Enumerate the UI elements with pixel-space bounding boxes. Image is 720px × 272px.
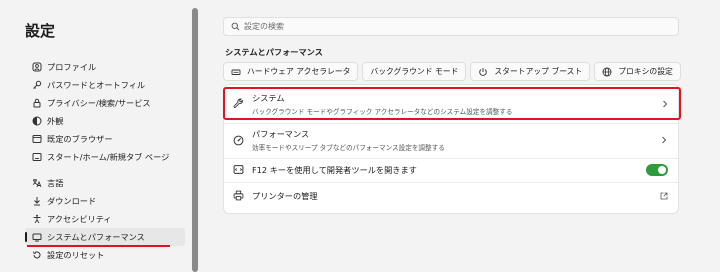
sidebar-item-default-browser[interactable]: 既定のブラウザー: [25, 130, 185, 148]
search-box[interactable]: [223, 17, 679, 36]
f12-toggle[interactable]: [646, 163, 668, 176]
search-icon: [231, 22, 240, 31]
background-mode-button[interactable]: バックグラウンド モード: [362, 62, 467, 81]
chevron-right-icon: [660, 136, 668, 144]
sidebar-item-profile[interactable]: プロファイル: [25, 58, 185, 76]
settings-card: システム バックグラウンド モードやグラフィック アクセラレータなどのシステム設…: [223, 84, 681, 214]
sidebar-item-label: プロファイル: [47, 62, 97, 72]
performance-icon: [232, 134, 244, 146]
chip-label: スタートアップ ブースト: [494, 67, 583, 76]
globe-icon: [602, 67, 612, 76]
sidebar-title: 設定: [25, 22, 56, 40]
quick-links: ハードウェア アクセラレータ バックグラウンド モード スタートアップ ブースト…: [223, 62, 681, 81]
sidebar-item-reset[interactable]: 設定のリセット: [25, 246, 185, 264]
sidebar-item-languages[interactable]: 言語: [25, 174, 185, 192]
reset-icon: [31, 250, 42, 261]
accessibility-icon: [31, 214, 42, 225]
startup-boost-button[interactable]: スタートアップ ブースト: [470, 62, 591, 81]
sidebar-nav: プロファイル パスワードとオートフィル プライバシー/検索/サービス 外観 既定…: [25, 58, 185, 264]
row-title: パフォーマンス: [252, 129, 310, 139]
proxy-settings-button[interactable]: プロキシの設定: [594, 62, 681, 81]
system-row[interactable]: システム バックグラウンド モードやグラフィック アクセラレータなどのシステム設…: [223, 87, 681, 120]
sidebar-item-label: 設定のリセット: [47, 250, 105, 260]
sidebar-item-accessibility[interactable]: アクセシビリティ: [25, 210, 185, 228]
sidebar-item-label: プライバシー/検索/サービス: [47, 98, 151, 108]
chip-label: バックグラウンド モード: [370, 67, 459, 76]
search-input[interactable]: [244, 22, 644, 31]
sidebar-item-appearance[interactable]: 外観: [25, 112, 185, 130]
row-title: F12 キーを使用して開発者ツールを開きます: [252, 164, 417, 175]
browser-icon: [31, 134, 42, 145]
sidebar-item-label: ダウンロード: [47, 196, 97, 206]
sidebar-item-label: 言語: [47, 178, 64, 188]
sidebar-item-label: 外観: [47, 116, 64, 126]
developer-tools-icon: [232, 164, 244, 176]
printer-icon: [232, 190, 244, 202]
wrench-icon: [232, 98, 244, 110]
sidebar: 設定 プロファイル パスワードとオートフィル プライバシー/検索/サービス 外観…: [0, 0, 192, 272]
active-item-highlight: [27, 245, 170, 247]
sidebar-item-label: スタート/ホーム/新規タブ ページ: [47, 152, 170, 162]
profile-icon: [31, 62, 42, 73]
key-icon: [31, 80, 42, 91]
sidebar-item-label: システムとパフォーマンス: [47, 232, 145, 242]
performance-row[interactable]: パフォーマンス 効率モードやスリープ タブなどのパフォーマンス設定を調整する: [224, 123, 678, 156]
row-title: プリンターの管理: [252, 190, 318, 201]
chip-label: ハードウェア アクセラレータ: [247, 67, 351, 76]
section-heading: システムとパフォーマンス: [225, 47, 323, 57]
chip-label: プロキシの設定: [618, 67, 673, 76]
sidebar-item-label: アクセシビリティ: [47, 214, 112, 224]
row-title: システム: [252, 92, 285, 103]
row-description: 効率モードやスリープ タブなどのパフォーマンス設定を調整する: [252, 144, 445, 152]
power-icon: [479, 67, 488, 76]
home-page-icon: [31, 152, 42, 163]
row-description: バックグラウンド モードやグラフィック アクセラレータなどのシステム設定を調整す…: [252, 107, 513, 116]
main-content: システムとパフォーマンス ハードウェア アクセラレータ バックグラウンド モード…: [198, 0, 720, 272]
lock-icon: [31, 98, 42, 109]
hardware-icon: [231, 69, 241, 75]
sidebar-item-label: パスワードとオートフィル: [47, 80, 146, 90]
sidebar-item-passwords[interactable]: パスワードとオートフィル: [25, 76, 185, 94]
language-icon: [31, 178, 42, 189]
sidebar-item-downloads[interactable]: ダウンロード: [25, 192, 185, 210]
external-link-icon: [660, 192, 668, 200]
system-icon: [31, 232, 42, 243]
download-icon: [31, 196, 42, 207]
sidebar-item-start-home[interactable]: スタート/ホーム/新規タブ ページ: [25, 148, 185, 166]
hardware-acceleration-button[interactable]: ハードウェア アクセラレータ: [223, 62, 359, 81]
f12-devtools-row: F12 キーを使用して開発者ツールを開きます: [224, 158, 678, 180]
appearance-icon: [31, 116, 42, 127]
chevron-right-icon: [661, 100, 669, 108]
printer-management-row[interactable]: プリンターの管理: [224, 182, 678, 208]
sidebar-item-label: 既定のブラウザー: [47, 134, 113, 144]
sidebar-item-system-performance[interactable]: システムとパフォーマンス: [25, 228, 185, 246]
sidebar-item-privacy[interactable]: プライバシー/検索/サービス: [25, 94, 185, 112]
